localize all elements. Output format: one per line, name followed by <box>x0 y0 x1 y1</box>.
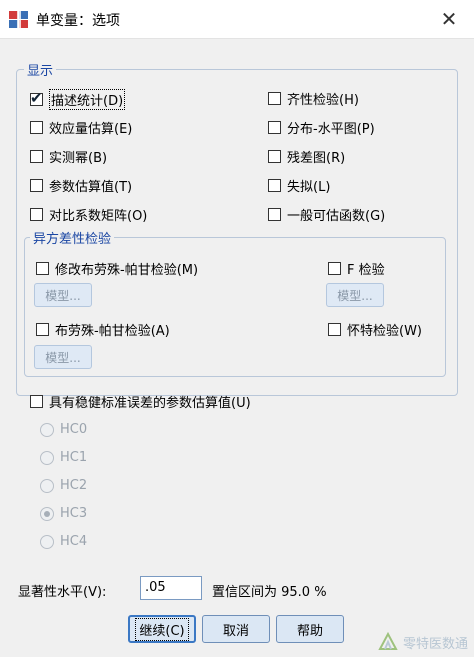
checkbox-box <box>30 179 43 192</box>
hc0-radio[interactable]: HC0 <box>40 422 87 437</box>
spread-level-plot-checkbox[interactable]: 分布-水平图(P) <box>268 118 375 137</box>
modified-breusch-pagan-checkbox[interactable]: 修改布劳殊-帕甘检验(M) <box>36 259 198 278</box>
parameter-estimates-checkbox[interactable]: 参数估算值(T) <box>30 176 132 195</box>
checkbox-label: F 检验 <box>347 263 385 278</box>
checkbox-label: 怀特检验(W) <box>347 324 422 339</box>
checkbox-box <box>36 262 49 275</box>
homogeneity-test-checkbox[interactable]: 齐性检验(H) <box>268 89 359 108</box>
radio-dot <box>40 534 54 549</box>
checkbox-label: 齐性检验(H) <box>287 93 359 108</box>
spss-app-icon <box>9 9 28 29</box>
radio-label: HC3 <box>60 506 88 521</box>
breusch-pagan-checkbox[interactable]: 布劳殊-帕甘检验(A) <box>36 320 170 339</box>
significance-level-input[interactable]: .05 <box>140 576 202 600</box>
checkbox-label: 布劳殊-帕甘检验(A) <box>55 324 170 339</box>
checkbox-label: 参数估算值(T) <box>49 180 133 195</box>
dialog-body: 显示 描述统计(D) 效应量估算(E) 实测幂(B) 参数估算值(T) 对比系数… <box>0 38 474 657</box>
checkbox-box <box>30 89 43 107</box>
checkbox-label: 具有稳健标准误差的参数估算值(U) <box>49 396 251 411</box>
checkbox-box <box>30 121 43 134</box>
display-legend: 显示 <box>24 60 57 79</box>
watermark-logo-icon <box>378 631 398 650</box>
confidence-interval-text: 置信区间为 95.0 % <box>212 585 327 600</box>
continue-button-label: 继续(C) <box>135 617 189 641</box>
window-title: 单变量：选项 <box>36 13 120 29</box>
checkbox-label: 修改布劳殊-帕甘检验(M) <box>55 263 199 278</box>
checkbox-label: 实测幂(B) <box>49 151 108 166</box>
hc1-radio[interactable]: HC1 <box>40 450 87 465</box>
f-test-checkbox[interactable]: F 检验 <box>328 259 385 278</box>
radio-dot <box>40 478 54 493</box>
watermark: 零特医数通 <box>377 631 468 653</box>
checkbox-box <box>30 150 43 163</box>
cancel-button[interactable]: 取消 <box>202 615 270 643</box>
checkbox-box <box>268 179 281 192</box>
checkbox-box <box>268 92 281 105</box>
radio-dot <box>40 450 54 465</box>
continue-button[interactable]: 继续(C) <box>128 615 196 643</box>
significance-level-label: 显著性水平(V): <box>18 585 107 600</box>
contrast-matrix-checkbox[interactable]: 对比系数矩阵(O) <box>30 205 147 224</box>
checkbox-label: 残差图(R) <box>287 151 346 166</box>
checkbox-box <box>268 121 281 134</box>
checkbox-label: 分布-水平图(P) <box>287 122 375 137</box>
heteroscedasticity-legend: 异方差性检验 <box>30 228 115 247</box>
robust-se-checkbox[interactable]: 具有稳健标准误差的参数估算值(U) <box>30 392 251 411</box>
checkbox-box <box>268 208 281 221</box>
hc4-radio[interactable]: HC4 <box>40 534 87 549</box>
radio-dot <box>40 422 54 437</box>
radio-label: HC0 <box>60 422 88 437</box>
modified-bp-model-button[interactable]: 模型... <box>34 283 92 307</box>
watermark-text: 零特医数通 <box>402 636 468 652</box>
hc2-radio[interactable]: HC2 <box>40 478 87 493</box>
checkbox-label: 一般可估函数(G) <box>287 209 386 224</box>
radio-label: HC4 <box>60 534 88 549</box>
effect-size-checkbox[interactable]: 效应量估算(E) <box>30 118 132 137</box>
descriptive-stats-checkbox[interactable]: 描述统计(D) <box>30 89 126 110</box>
checkbox-box <box>36 323 49 336</box>
checkbox-box <box>328 323 341 336</box>
checkbox-label: 效应量估算(E) <box>49 122 133 137</box>
white-test-checkbox[interactable]: 怀特检验(W) <box>328 320 422 339</box>
checkbox-box <box>268 150 281 163</box>
residual-plot-checkbox[interactable]: 残差图(R) <box>268 147 345 166</box>
title-bar: 单变量：选项 ✕ <box>0 0 474 38</box>
lack-of-fit-checkbox[interactable]: 失拟(L) <box>268 176 330 195</box>
close-icon[interactable]: ✕ <box>436 6 462 32</box>
hc3-radio[interactable]: HC3 <box>40 506 87 521</box>
observed-power-checkbox[interactable]: 实测幂(B) <box>30 147 107 166</box>
bp-model-button[interactable]: 模型... <box>34 345 92 369</box>
checkbox-box <box>30 208 43 221</box>
help-button[interactable]: 帮助 <box>276 615 344 643</box>
f-test-model-button[interactable]: 模型... <box>326 283 384 307</box>
checkbox-label: 对比系数矩阵(O) <box>49 209 148 224</box>
checkbox-box <box>30 395 43 408</box>
general-estimable-function-checkbox[interactable]: 一般可估函数(G) <box>268 205 385 224</box>
radio-dot <box>40 506 54 521</box>
radio-label: HC1 <box>60 450 88 465</box>
checkbox-label: 失拟(L) <box>287 180 331 195</box>
checkbox-box <box>328 262 341 275</box>
checkbox-label: 描述统计(D) <box>49 89 126 110</box>
radio-label: HC2 <box>60 478 88 493</box>
